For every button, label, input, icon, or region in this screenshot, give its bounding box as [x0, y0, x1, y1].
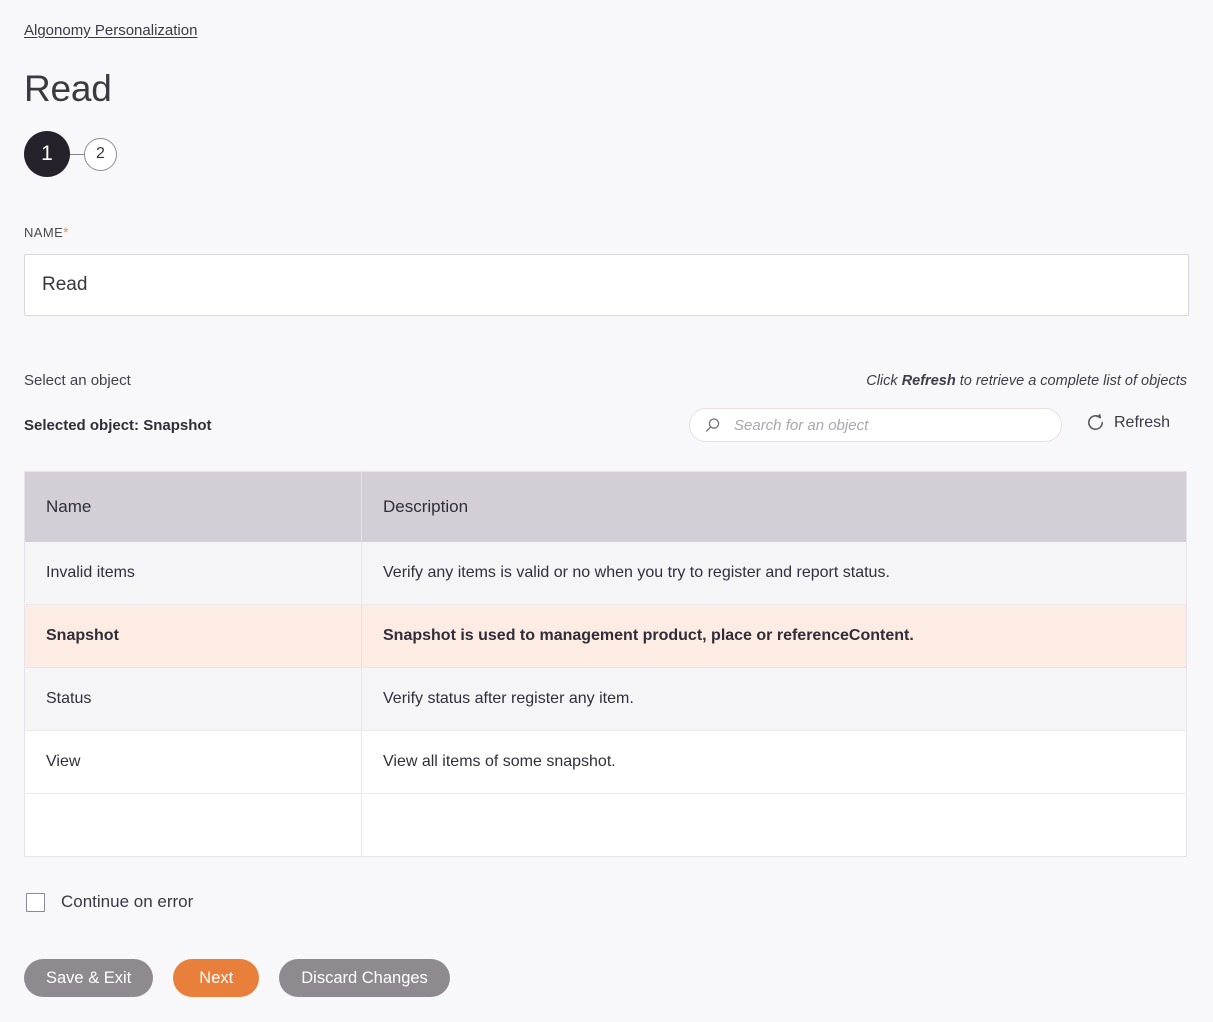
refresh-button-label: Refresh [1114, 413, 1171, 431]
page-title: Read [24, 68, 112, 109]
cell-description: Snapshot is used to management product, … [361, 604, 1187, 668]
table-header-row: Name Description [24, 471, 1187, 542]
next-button[interactable]: Next [173, 959, 260, 997]
save-and-exit-button[interactable]: Save & Exit [24, 959, 154, 997]
refresh-icon [1086, 413, 1105, 432]
cell-name: View [24, 730, 362, 794]
objects-table-header: Name Description [24, 471, 1187, 542]
refresh-hint-text: Click Refresh to retrieve a complete lis… [866, 373, 1187, 389]
cell-description: View all items of some snapshot. [361, 730, 1187, 794]
cell-name: Status [24, 667, 362, 731]
cell-empty-description [361, 793, 1187, 857]
table-row-empty [24, 793, 1187, 857]
table-row[interactable]: Invalid items Verify any items is valid … [24, 541, 1187, 605]
stepper-step-1[interactable]: 1 [24, 131, 70, 177]
table-row[interactable]: View View all items of some snapshot. [24, 730, 1187, 794]
column-header-description[interactable]: Description [361, 471, 1187, 542]
hint-suffix: to retrieve a complete list of objects [955, 373, 1187, 389]
table-row[interactable]: Status Verify status after register any … [24, 667, 1187, 731]
search-container[interactable] [689, 408, 1062, 442]
read-wizard-page: Algonomy Personalization Read 1 2 NAME* … [0, 0, 1213, 1022]
stepper-step-2[interactable]: 2 [84, 137, 117, 171]
continue-on-error-row[interactable]: Continue on error [26, 892, 193, 912]
cell-description: Verify any items is valid or no when you… [361, 541, 1187, 605]
continue-on-error-checkbox[interactable] [26, 892, 45, 912]
refresh-button[interactable]: Refresh [1086, 413, 1170, 432]
select-an-object-label: Select an object [24, 372, 131, 389]
name-label-text: NAME [24, 225, 64, 240]
wizard-stepper: 1 2 [24, 131, 117, 177]
continue-on-error-label: Continue on error [61, 892, 194, 911]
breadcrumb-algonomy-personalization[interactable]: Algonomy Personalization [24, 21, 197, 41]
table-row-selected[interactable]: Snapshot Snapshot is used to management … [24, 604, 1187, 668]
cell-description: Verify status after register any item. [361, 667, 1187, 731]
objects-table-body: Invalid items Verify any items is valid … [24, 541, 1187, 857]
column-header-name[interactable]: Name [24, 471, 362, 542]
action-buttons: Save & Exit Next Discard Changes [24, 959, 450, 997]
name-field-label: NAME* [24, 224, 69, 240]
search-icon [704, 417, 721, 434]
cell-name: Invalid items [24, 541, 362, 605]
selected-object-label: Selected object: Snapshot [24, 417, 212, 434]
hint-refresh-word: Refresh [901, 373, 956, 389]
search-input[interactable] [732, 415, 1051, 435]
hint-prefix: Click [866, 373, 902, 389]
stepper-connector-line [70, 153, 84, 155]
discard-changes-button[interactable]: Discard Changes [279, 959, 450, 997]
objects-table: Name Description Invalid items Verify an… [24, 471, 1187, 857]
required-asterisk: * [63, 224, 70, 240]
name-input[interactable] [24, 254, 1189, 316]
cell-empty-name [24, 793, 362, 857]
cell-name: Snapshot [24, 604, 362, 668]
